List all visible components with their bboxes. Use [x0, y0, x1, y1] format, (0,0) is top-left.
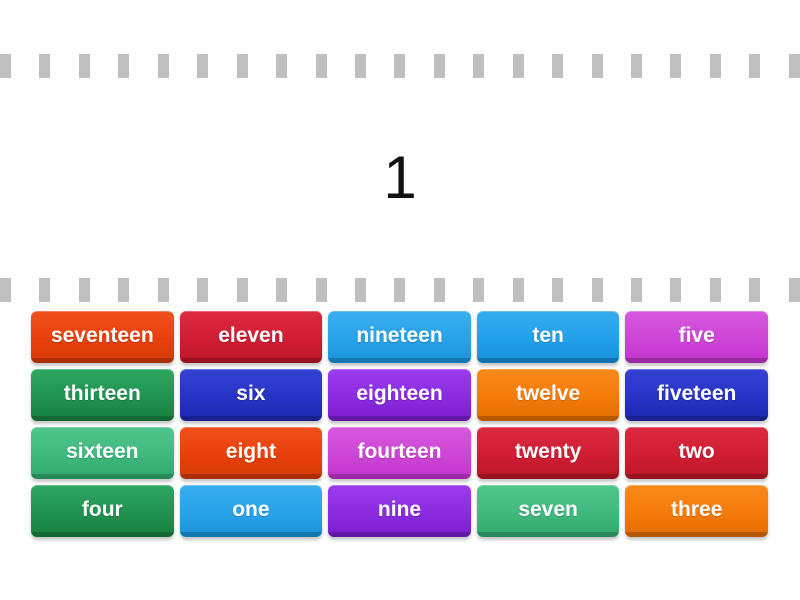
- separator-dash: [670, 278, 682, 302]
- answer-tile-label: nine: [377, 497, 422, 521]
- separator-dash: [315, 278, 327, 302]
- answer-tile-label: seven: [518, 497, 578, 521]
- separator-dash: [670, 54, 682, 78]
- separator-dash: [118, 54, 130, 78]
- answer-tile[interactable]: twenty: [476, 427, 620, 479]
- answer-tile[interactable]: two: [625, 427, 768, 479]
- answer-tile-label: nineteen: [356, 323, 443, 347]
- answer-tile[interactable]: sixteen: [31, 427, 174, 479]
- separator-dash: [552, 278, 564, 302]
- separator-dash: [197, 54, 209, 78]
- separator-dash: [552, 54, 564, 78]
- answer-tile-label: twenty: [514, 439, 582, 463]
- answer-tile[interactable]: nineteen: [328, 311, 471, 363]
- answer-tile-label: four: [81, 497, 123, 521]
- prompt-text: 1: [383, 144, 417, 211]
- answer-tile[interactable]: three: [625, 485, 768, 537]
- answer-tile[interactable]: thirteen: [31, 369, 174, 421]
- separator-dash: [394, 278, 406, 302]
- answer-tile[interactable]: fourteen: [328, 427, 471, 479]
- answer-tile[interactable]: seventeen: [31, 311, 174, 363]
- separator-dash: [591, 54, 603, 78]
- answer-tile-label: thirteen: [63, 381, 141, 405]
- separator-dash: [709, 54, 721, 78]
- separator-dash: [394, 54, 406, 78]
- answer-tile-label: six: [236, 381, 266, 405]
- answer-tile[interactable]: ten: [476, 311, 620, 363]
- answer-tile-label: one: [232, 497, 270, 521]
- separator-dash: [788, 54, 800, 78]
- separator-dash: [0, 278, 11, 302]
- answer-tile[interactable]: seven: [476, 485, 620, 537]
- answer-tile-label: fourteen: [357, 439, 442, 463]
- separator-dash: [39, 278, 51, 302]
- separator-dash: [315, 54, 327, 78]
- answer-tile-label: sixteen: [66, 439, 139, 463]
- separator-dash: [709, 278, 721, 302]
- separator-dash: [512, 54, 524, 78]
- separator-dash: [236, 278, 248, 302]
- separator-dash: [473, 54, 485, 78]
- separator-dash: [354, 278, 366, 302]
- separator-dash: [591, 278, 603, 302]
- separator-dash: [39, 54, 51, 78]
- separator-dash: [433, 54, 445, 78]
- answer-tile[interactable]: twelve: [476, 369, 620, 421]
- dashed-separator-middle: [0, 278, 800, 302]
- separator-dash: [236, 54, 248, 78]
- separator-dash: [354, 54, 366, 78]
- answer-tile[interactable]: five: [625, 311, 768, 363]
- answer-tile-label: twelve: [515, 381, 581, 405]
- answer-tile-label: eighteen: [356, 381, 443, 405]
- separator-dash: [276, 278, 288, 302]
- separator-dash: [788, 278, 800, 302]
- answer-tile-grid: seventeen eleven nineteen ten five thirteen si…: [31, 311, 768, 537]
- answer-tile[interactable]: four: [31, 485, 174, 537]
- separator-dash: [78, 54, 90, 78]
- answer-tile-label: five: [678, 323, 715, 347]
- answer-tile[interactable]: fiveteen: [625, 369, 768, 421]
- answer-tile[interactable]: eleven: [179, 311, 323, 363]
- separator-dash: [197, 278, 209, 302]
- answer-tile[interactable]: nine: [328, 485, 471, 537]
- quiz-board: 1 seventeen eleven nineteen ten five thirteen…: [0, 0, 800, 600]
- separator-dash: [0, 54, 11, 78]
- answer-tile-label: three: [671, 497, 723, 521]
- separator-dash: [433, 278, 445, 302]
- answer-tile-label: ten: [532, 323, 564, 347]
- separator-dash: [473, 278, 485, 302]
- answer-tile-label: two: [678, 439, 715, 463]
- separator-dash: [78, 278, 90, 302]
- answer-tile-label: seventeen: [50, 323, 154, 347]
- answer-tile[interactable]: six: [179, 369, 323, 421]
- separator-dash: [512, 278, 524, 302]
- separator-dash: [749, 54, 761, 78]
- answer-tile[interactable]: eighteen: [328, 369, 471, 421]
- separator-dash: [157, 278, 169, 302]
- separator-dash: [118, 278, 130, 302]
- separator-dash: [631, 278, 642, 302]
- answer-tile[interactable]: one: [179, 485, 323, 537]
- separator-dash: [631, 54, 642, 78]
- separator-dash: [276, 54, 288, 78]
- separator-dash: [157, 54, 169, 78]
- answer-tile-label: eight: [225, 439, 276, 463]
- separator-dash: [749, 278, 761, 302]
- answer-tile[interactable]: eight: [179, 427, 323, 479]
- answer-tile-label: fiveteen: [657, 381, 737, 405]
- prompt-area: 1: [0, 78, 800, 278]
- answer-tile-label: eleven: [218, 323, 284, 347]
- dashed-separator-top: [0, 54, 800, 78]
